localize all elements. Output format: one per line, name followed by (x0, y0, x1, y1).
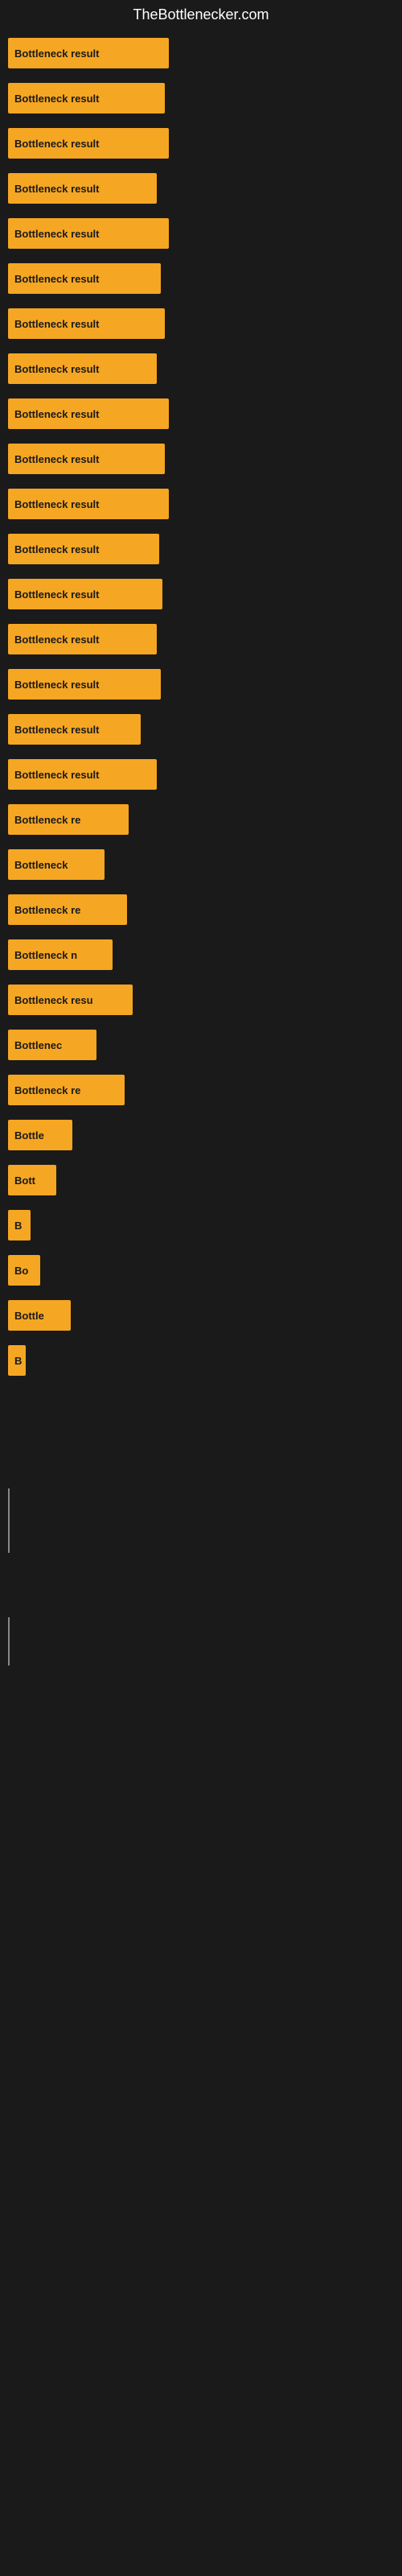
bottleneck-bar: Bottleneck result (8, 669, 161, 700)
bar-row: Bottleneck result (8, 38, 394, 68)
bar-row: Bottleneck re (8, 804, 394, 835)
bars-container: Bottleneck result Bottleneck result Bottle… (0, 38, 402, 1376)
bar-label: B (14, 1355, 22, 1367)
bar-row: Bottleneck resu (8, 985, 394, 1015)
bar-label: Bottleneck result (14, 498, 99, 510)
bar-row: Bottleneck result (8, 444, 394, 474)
bar-row: Bottleneck n (8, 939, 394, 970)
bar-row: Bottleneck result (8, 489, 394, 519)
bottleneck-bar: Bottleneck n (8, 939, 113, 970)
bar-label: Bottleneck re (14, 1084, 80, 1096)
bottleneck-bar: Bottleneck result (8, 759, 157, 790)
bottleneck-bar: Bottleneck result (8, 263, 161, 294)
bottleneck-bar: Bottleneck result (8, 398, 169, 429)
bar-row: B (8, 1345, 394, 1376)
bottleneck-bar: Bottleneck result (8, 38, 169, 68)
bottleneck-bar: Bottleneck result (8, 579, 162, 609)
bar-row: Bottleneck result (8, 83, 394, 114)
bar-label: B (14, 1220, 22, 1232)
bar-label: Bottleneck resu (14, 994, 93, 1006)
bar-label: Bottleneck result (14, 724, 99, 736)
bar-label: Bottleneck result (14, 408, 99, 420)
bottleneck-bar: Bottle (8, 1300, 71, 1331)
bar-label: Bottleneck result (14, 679, 99, 691)
vertical-line-2 (8, 1617, 10, 1666)
bar-label: Bottleneck result (14, 318, 99, 330)
bar-row: B (8, 1210, 394, 1241)
bar-label: Bottleneck re (14, 904, 80, 916)
bar-row: Bottleneck result (8, 398, 394, 429)
bottleneck-bar: Bottleneck result (8, 218, 169, 249)
bottleneck-bar: Bo (8, 1255, 40, 1286)
bar-label: Bottleneck result (14, 47, 99, 60)
bar-label: Bottleneck result (14, 363, 99, 375)
bottleneck-bar: Bottleneck result (8, 353, 157, 384)
bar-row: Bottleneck result (8, 714, 394, 745)
bar-row: Bottleneck result (8, 263, 394, 294)
bar-label: Bo (14, 1265, 28, 1277)
bottleneck-bar: Bottleneck result (8, 714, 141, 745)
bar-row: Bottle (8, 1300, 394, 1331)
bottleneck-bar: Bottleneck result (8, 83, 165, 114)
bar-label: Bottleneck result (14, 228, 99, 240)
bar-row: Bottleneck result (8, 579, 394, 609)
bar-label: Bottleneck result (14, 453, 99, 465)
bar-row: Bottleneck result (8, 353, 394, 384)
bar-row: Bottleneck result (8, 173, 394, 204)
bar-row: Bottleneck result (8, 759, 394, 790)
bar-label: Bottlenec (14, 1039, 62, 1051)
bar-row: Bottleneck result (8, 534, 394, 564)
bar-label: Bottleneck result (14, 183, 99, 195)
bar-label: Bottleneck result (14, 138, 99, 150)
bar-label: Bottleneck result (14, 543, 99, 555)
bar-row: Bottleneck result (8, 669, 394, 700)
bottleneck-bar: Bottleneck re (8, 804, 129, 835)
bar-row: Bottleneck result (8, 218, 394, 249)
bottleneck-bar: Bottlenec (8, 1030, 96, 1060)
bottleneck-bar: Bottleneck result (8, 489, 169, 519)
bar-row: Bo (8, 1255, 394, 1286)
bar-row: Bottleneck re (8, 894, 394, 925)
bottleneck-bar: Bottleneck result (8, 534, 159, 564)
bar-label: Bottleneck result (14, 634, 99, 646)
bottleneck-bar: Bottleneck result (8, 173, 157, 204)
bar-label: Bottle (14, 1129, 44, 1141)
bottleneck-bar: Bottleneck result (8, 128, 169, 159)
bar-label: Bottleneck result (14, 93, 99, 105)
bottleneck-bar: Bott (8, 1165, 56, 1195)
bottleneck-bar: Bottle (8, 1120, 72, 1150)
bottleneck-bar: Bottleneck result (8, 444, 165, 474)
bar-row: Bottleneck (8, 849, 394, 880)
bottleneck-bar: B (8, 1210, 31, 1241)
bar-label: Bottle (14, 1310, 44, 1322)
bar-label: Bottleneck (14, 859, 68, 871)
bar-row: Bottleneck result (8, 624, 394, 654)
bar-row: Bottleneck result (8, 128, 394, 159)
bar-label: Bottleneck result (14, 588, 99, 601)
bar-row: Bottleneck result (8, 308, 394, 339)
bottleneck-bar: B (8, 1345, 26, 1376)
bottleneck-bar: Bottleneck result (8, 624, 157, 654)
bar-label: Bottleneck re (14, 814, 80, 826)
bottleneck-bar: Bottleneck result (8, 308, 165, 339)
bar-label: Bottleneck n (14, 949, 77, 961)
bar-row: Bott (8, 1165, 394, 1195)
bottleneck-bar: Bottleneck (8, 849, 105, 880)
bar-label: Bott (14, 1174, 35, 1187)
vertical-line (8, 1488, 10, 1553)
bar-label: Bottleneck result (14, 273, 99, 285)
bar-label: Bottleneck result (14, 769, 99, 781)
site-title: TheBottlenecker.com (0, 0, 402, 30)
bottleneck-bar: Bottleneck re (8, 1075, 125, 1105)
bar-row: Bottle (8, 1120, 394, 1150)
bar-row: Bottlenec (8, 1030, 394, 1060)
bottleneck-bar: Bottleneck re (8, 894, 127, 925)
bar-row: Bottleneck re (8, 1075, 394, 1105)
bottleneck-bar: Bottleneck resu (8, 985, 133, 1015)
